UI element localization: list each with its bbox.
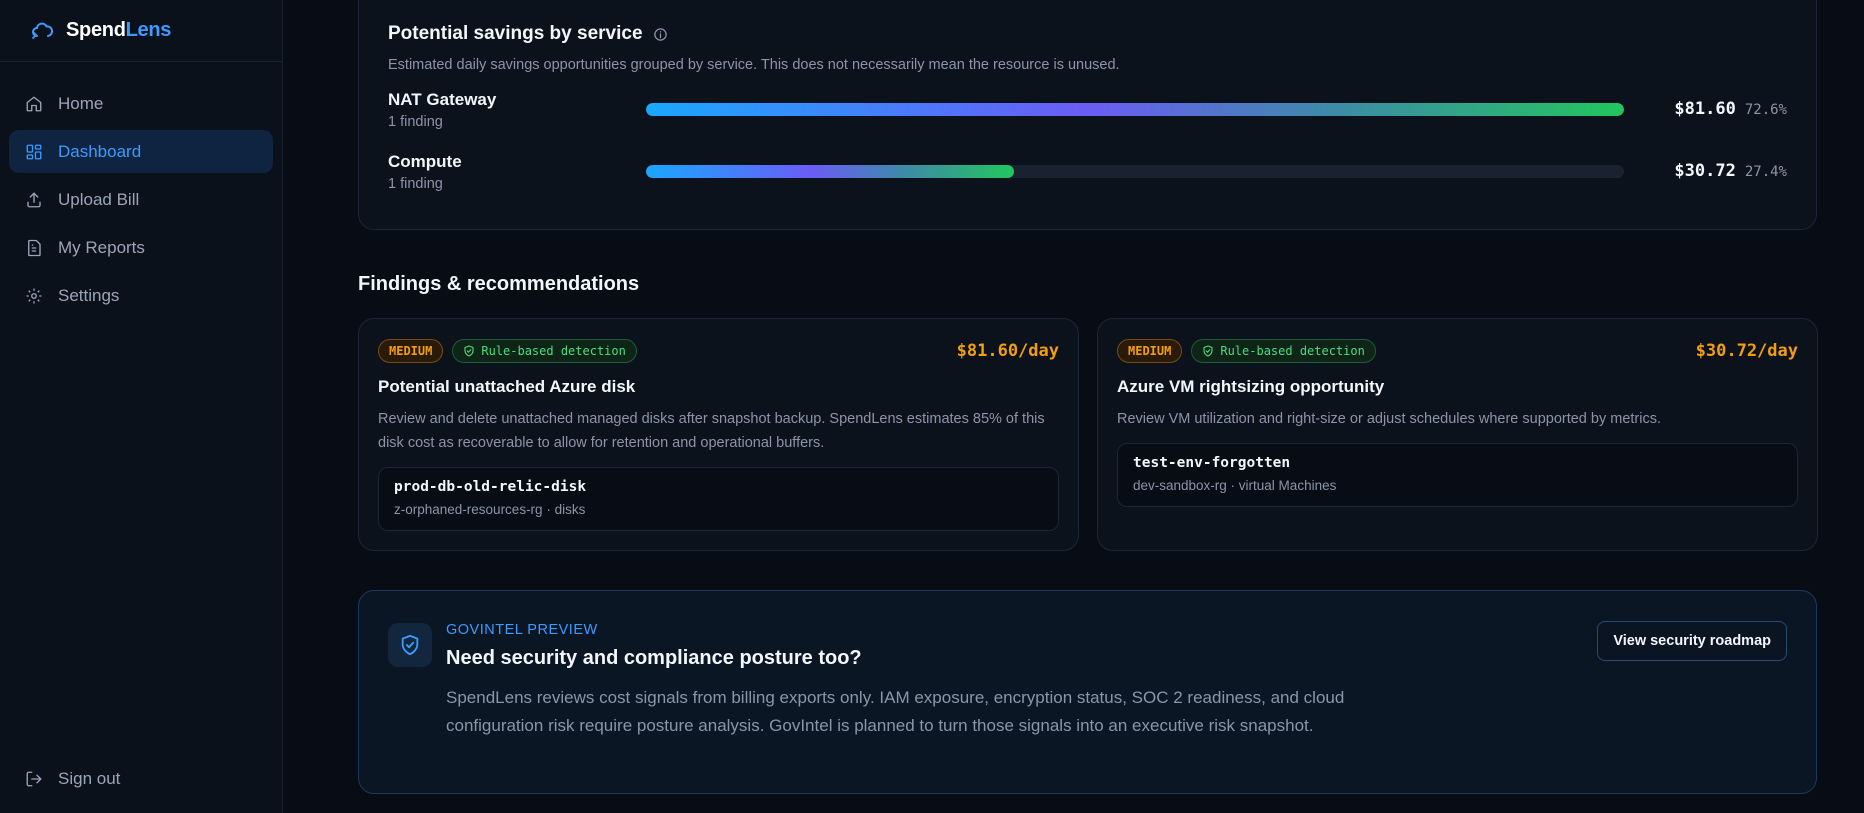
finding-description: Review VM utilization and right-size or … — [1117, 411, 1661, 427]
brand[interactable]: SpendLens — [0, 0, 282, 62]
sign-out-icon — [26, 771, 42, 787]
sidebar-item-label: Home — [58, 93, 104, 113]
sidebar-item-label: Settings — [58, 285, 120, 305]
service-finding-count: 1 finding — [388, 176, 443, 192]
resource-meta: z-orphaned-resources-rg · disks — [394, 502, 586, 517]
resource-box[interactable]: test-env-forgotten dev-sandbox-rg · virt… — [1117, 443, 1798, 507]
view-security-roadmap-button[interactable]: View security roadmap — [1597, 621, 1787, 661]
finding-amount: $30.72/day — [1695, 341, 1798, 361]
service-name: Compute — [388, 152, 462, 171]
savings-title-text: Potential savings by service — [388, 23, 643, 44]
severity-badge: MEDIUM — [1117, 339, 1183, 363]
govintel-description: SpendLens reviews cost signals from bill… — [446, 688, 1345, 735]
sidebar-item-dashboard[interactable]: Dashboard — [9, 130, 273, 173]
detection-badge: Rule-based detection — [1191, 339, 1376, 363]
sidebar: SpendLens Home Dashboard Upload Bill My … — [0, 0, 283, 813]
finding-card[interactable]: MEDIUM Rule-based detection $81.60/day P… — [358, 318, 1079, 551]
finding-card[interactable]: MEDIUM Rule-based detection $30.72/day A… — [1097, 318, 1818, 551]
savings-bar-track — [646, 103, 1624, 116]
document-icon — [28, 239, 41, 256]
finding-title: Azure VM rightsizing opportunity — [1117, 377, 1385, 396]
savings-title: Potential savings by service — [388, 23, 1787, 45]
finding-description: Review and delete unattached managed dis… — [378, 411, 1045, 451]
findings-section-title: Findings & recommendations — [358, 273, 640, 295]
savings-subtitle: Estimated daily savings opportunities gr… — [388, 57, 1120, 73]
savings-bar-fill — [646, 103, 1624, 116]
finding-amount: $81.60/day — [956, 341, 1059, 361]
finding-title: Potential unattached Azure disk — [378, 377, 636, 396]
service-amount: $30.72 — [1674, 161, 1736, 181]
service-amount-group: $30.72 27.4% — [1674, 161, 1787, 181]
govintel-eyebrow: GOVINTEL PREVIEW — [446, 622, 598, 638]
service-row: Compute 1 finding $30.72 27.4% — [388, 152, 1787, 214]
service-percent: 27.4% — [1744, 164, 1787, 180]
gear-icon — [26, 288, 42, 303]
resource-box[interactable]: prod-db-old-relic-disk z-orphaned-resour… — [378, 467, 1059, 531]
resource-meta: dev-sandbox-rg · virtual Machines — [1133, 478, 1337, 493]
sidebar-item-label: Upload Bill — [58, 189, 140, 209]
severity-badge: MEDIUM — [378, 339, 444, 363]
home-icon — [26, 96, 42, 111]
shield-check-icon — [464, 345, 474, 357]
service-amount: $81.60 — [1674, 99, 1736, 119]
savings-by-service-card: Potential savings by service Estimated d… — [358, 0, 1817, 230]
sidebar-item-upload-bill[interactable]: Upload Bill — [9, 178, 273, 221]
sign-out-button[interactable]: Sign out — [9, 759, 273, 799]
sidebar-nav: Home Dashboard Upload Bill My Reports Se… — [0, 62, 282, 317]
sidebar-item-home[interactable]: Home — [9, 82, 273, 125]
service-finding-count: 1 finding — [388, 114, 443, 130]
shield-check-icon — [1203, 345, 1213, 357]
sidebar-item-label: My Reports — [58, 237, 145, 257]
service-amount-group: $81.60 72.6% — [1674, 99, 1787, 119]
detection-badge: Rule-based detection — [452, 339, 637, 363]
sidebar-item-settings[interactable]: Settings — [9, 274, 273, 317]
service-row: NAT Gateway 1 finding $81.60 72.6% — [388, 90, 1787, 152]
detection-label: Rule-based detection — [481, 344, 626, 358]
savings-bar-fill — [646, 165, 1014, 178]
service-name: NAT Gateway — [388, 90, 497, 109]
detection-label: Rule-based detection — [1220, 344, 1365, 358]
sidebar-item-label: Dashboard — [58, 141, 142, 161]
service-percent: 72.6% — [1744, 102, 1787, 118]
savings-bar-track — [646, 165, 1624, 178]
brand-name: SpendLens — [66, 19, 172, 41]
sign-out-label: Sign out — [58, 769, 121, 788]
shield-icon — [388, 623, 432, 667]
govintel-title: Need security and compliance posture too… — [446, 647, 862, 669]
cloud-logo-icon — [30, 22, 54, 40]
dashboard-icon — [26, 144, 42, 159]
sidebar-item-my-reports[interactable]: My Reports — [9, 226, 273, 269]
info-icon[interactable] — [653, 27, 668, 42]
resource-name: test-env-forgotten — [1133, 455, 1291, 471]
resource-name: prod-db-old-relic-disk — [394, 479, 587, 495]
govintel-preview-card: GOVINTEL PREVIEW Need security and compl… — [358, 590, 1817, 794]
upload-icon — [27, 192, 41, 207]
